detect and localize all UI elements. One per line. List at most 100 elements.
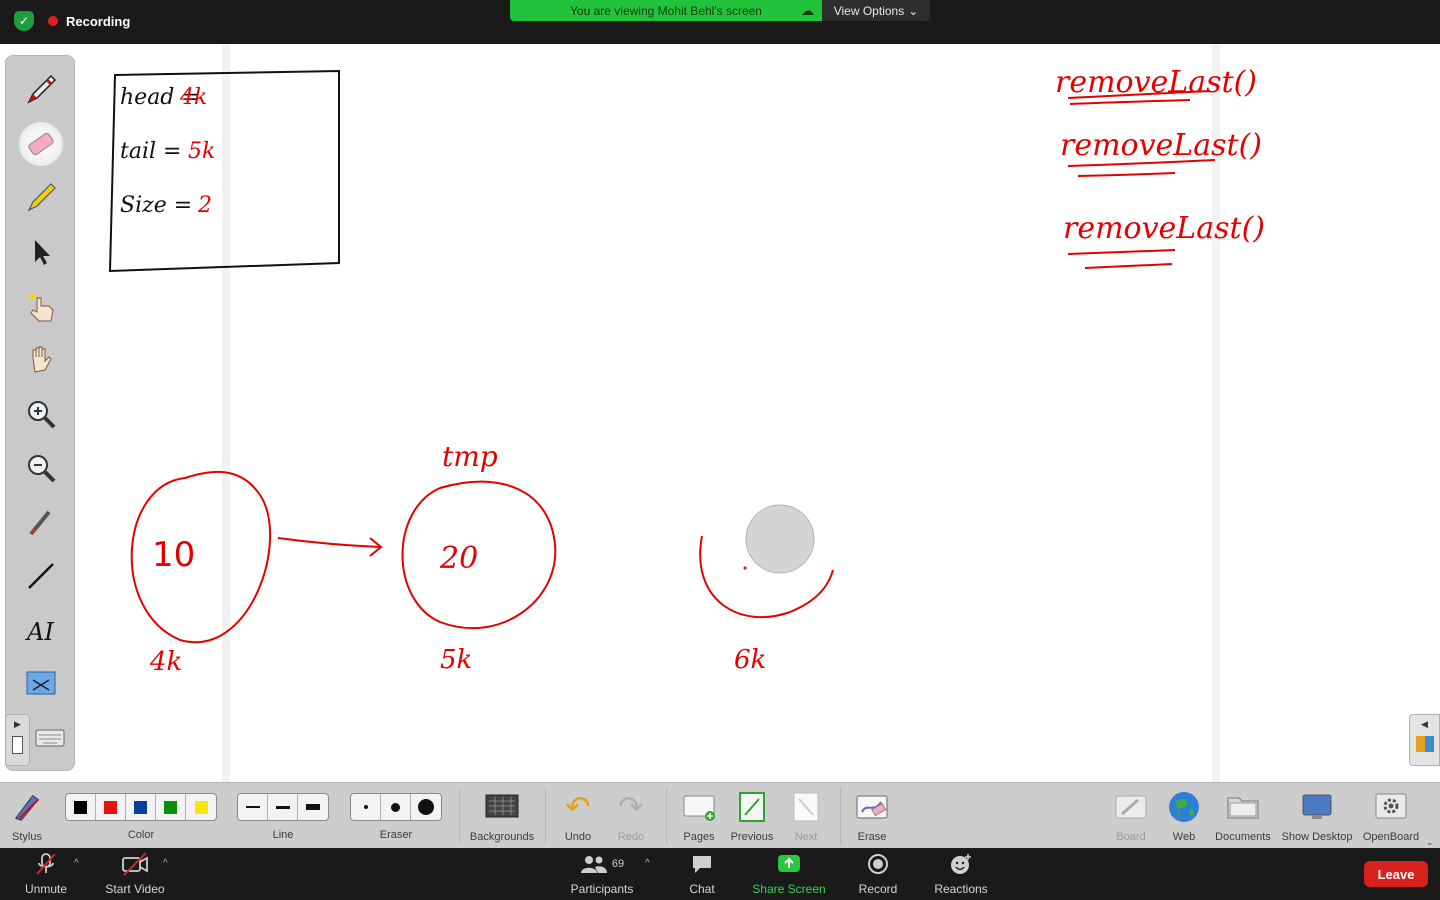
right-panel-expand-handle[interactable]: ◀: [1409, 714, 1440, 766]
line-thin-option[interactable]: [238, 794, 268, 820]
color-swatch-red[interactable]: [96, 794, 126, 820]
security-shield-icon[interactable]: ✓: [14, 11, 34, 31]
keyboard-icon: [35, 729, 65, 747]
openboard-toolbar: Stylus Color Line Eraser Backgrounds ↶ U…: [0, 782, 1440, 848]
line-tool[interactable]: [19, 554, 63, 598]
participants-button[interactable]: 69 Participants: [566, 852, 638, 896]
selector-tool[interactable]: [19, 230, 63, 274]
erase-all-button[interactable]: Erase: [852, 783, 892, 849]
record-button[interactable]: Record: [855, 852, 901, 896]
reactions-button[interactable]: Reactions: [930, 852, 992, 896]
eraser-large-option[interactable]: [411, 794, 441, 820]
toolbar-divider: [459, 787, 460, 845]
undo-button[interactable]: ↶ Undo: [560, 783, 596, 849]
redo-button[interactable]: ↷ Redo: [613, 783, 649, 849]
board-label: Board: [1116, 831, 1146, 843]
cloud-icon: ☁: [801, 3, 814, 18]
line-width-segment: [237, 793, 329, 821]
color-swatch-blue[interactable]: [126, 794, 156, 820]
pages-label: Pages: [683, 831, 715, 843]
chat-button[interactable]: Chat: [684, 852, 720, 896]
pen-tool[interactable]: [19, 68, 63, 112]
start-video-button[interactable]: Start Video: [100, 852, 170, 896]
board-icon: [1114, 789, 1148, 825]
highlighter-tool[interactable]: [19, 176, 63, 220]
box-value-size: 2: [197, 193, 212, 218]
node-address: 5k: [440, 645, 472, 675]
color-swatch-black[interactable]: [66, 794, 96, 820]
eraser-small-option[interactable]: [351, 794, 381, 820]
openboard-menu-button[interactable]: OpenBoard: [1360, 783, 1422, 849]
interact-tool[interactable]: [19, 284, 63, 328]
globe-icon: [1167, 789, 1201, 825]
palette-expand-handle[interactable]: ▶: [5, 714, 30, 766]
start-video-label: Start Video: [105, 882, 165, 896]
zoom-in-tool[interactable]: [19, 392, 63, 436]
viewing-text: You are viewing Mohit Behl's screen: [570, 3, 762, 18]
color-swatch-green[interactable]: [156, 794, 186, 820]
svg-text:AI: AI: [25, 618, 54, 646]
smiley-icon: [949, 852, 973, 876]
line-medium-option[interactable]: [268, 794, 298, 820]
stylus-button[interactable]: Stylus: [8, 783, 46, 849]
unmute-button[interactable]: Unmute: [22, 852, 70, 896]
ink-layer: head = 4k tail = 5k Size = 2 removeLast(…: [108, 65, 1265, 677]
show-desktop-label: Show Desktop: [1281, 831, 1353, 843]
audio-options-caret-icon[interactable]: ^: [74, 858, 79, 869]
laser-pointer-tool[interactable]: [19, 500, 63, 544]
line-label: Line: [272, 829, 294, 841]
next-label: Next: [794, 831, 818, 843]
pointer-cursor: [745, 504, 815, 574]
note-text: removeLast(): [1063, 211, 1265, 246]
chevron-down-icon[interactable]: ⌄: [1426, 837, 1434, 848]
view-options-button[interactable]: View Options ⌄: [822, 0, 930, 21]
web-button[interactable]: Web: [1166, 783, 1202, 849]
line-thick-option[interactable]: [298, 794, 328, 820]
video-options-caret-icon[interactable]: ^: [163, 858, 168, 869]
unmute-label: Unmute: [24, 882, 68, 896]
web-label: Web: [1172, 831, 1196, 843]
chat-bubble-icon: [690, 852, 714, 876]
share-screen-button[interactable]: Share Screen: [748, 852, 830, 896]
text-tool[interactable]: AI: [19, 608, 63, 652]
color-swatch-yellow[interactable]: [186, 794, 216, 820]
eraser-tool[interactable]: [19, 122, 63, 166]
eraser-medium-option[interactable]: [381, 794, 411, 820]
show-desktop-button[interactable]: Show Desktop: [1280, 783, 1354, 849]
undo-icon: ↶: [565, 790, 591, 824]
board-button[interactable]: Board: [1112, 783, 1150, 849]
color-label: Color: [127, 829, 155, 841]
previous-page-icon: [737, 789, 767, 825]
laser-pointer-icon: [29, 510, 51, 536]
backgrounds-button[interactable]: Backgrounds: [466, 783, 538, 849]
muted-mic-icon: [34, 852, 58, 876]
virtual-keyboard-tool[interactable]: [28, 716, 72, 760]
color-group: Color: [63, 783, 219, 849]
recording-indicator[interactable]: ✓ Recording: [14, 10, 130, 32]
zoom-toolbar: Unmute ^ Start Video ^ 69 Participants ^…: [0, 848, 1440, 900]
share-screen-icon: [776, 852, 802, 876]
desktop-icon: [1300, 789, 1334, 825]
whiteboard-canvas[interactable]: head = 4k tail = 5k Size = 2 removeLast(…: [0, 44, 1440, 782]
hand-tool[interactable]: [19, 338, 63, 382]
viewing-banner: You are viewing Mohit Behl's screen ☁: [510, 0, 822, 21]
participants-label: Participants: [570, 882, 634, 896]
capture-tool[interactable]: [19, 662, 63, 706]
pen-icon: [27, 74, 57, 104]
participants-icon: [580, 856, 607, 873]
zoom-out-tool[interactable]: [19, 446, 63, 490]
note-text: removeLast(): [1055, 65, 1257, 100]
documents-button[interactable]: Documents: [1214, 783, 1272, 849]
tmp-label: tmp: [442, 440, 498, 473]
node-value: 10: [152, 535, 195, 575]
leave-button[interactable]: Leave: [1364, 861, 1428, 887]
previous-page-button[interactable]: Previous: [730, 783, 774, 849]
record-icon: [866, 852, 890, 876]
participants-caret-icon[interactable]: ^: [645, 858, 650, 869]
box-key-size: Size =: [120, 193, 192, 218]
participant-count: 69: [611, 858, 625, 870]
box-value-tail: 5k: [188, 139, 215, 164]
eraser-label: Eraser: [379, 829, 413, 841]
pages-button[interactable]: Pages: [679, 783, 719, 849]
next-page-button[interactable]: Next: [788, 783, 824, 849]
